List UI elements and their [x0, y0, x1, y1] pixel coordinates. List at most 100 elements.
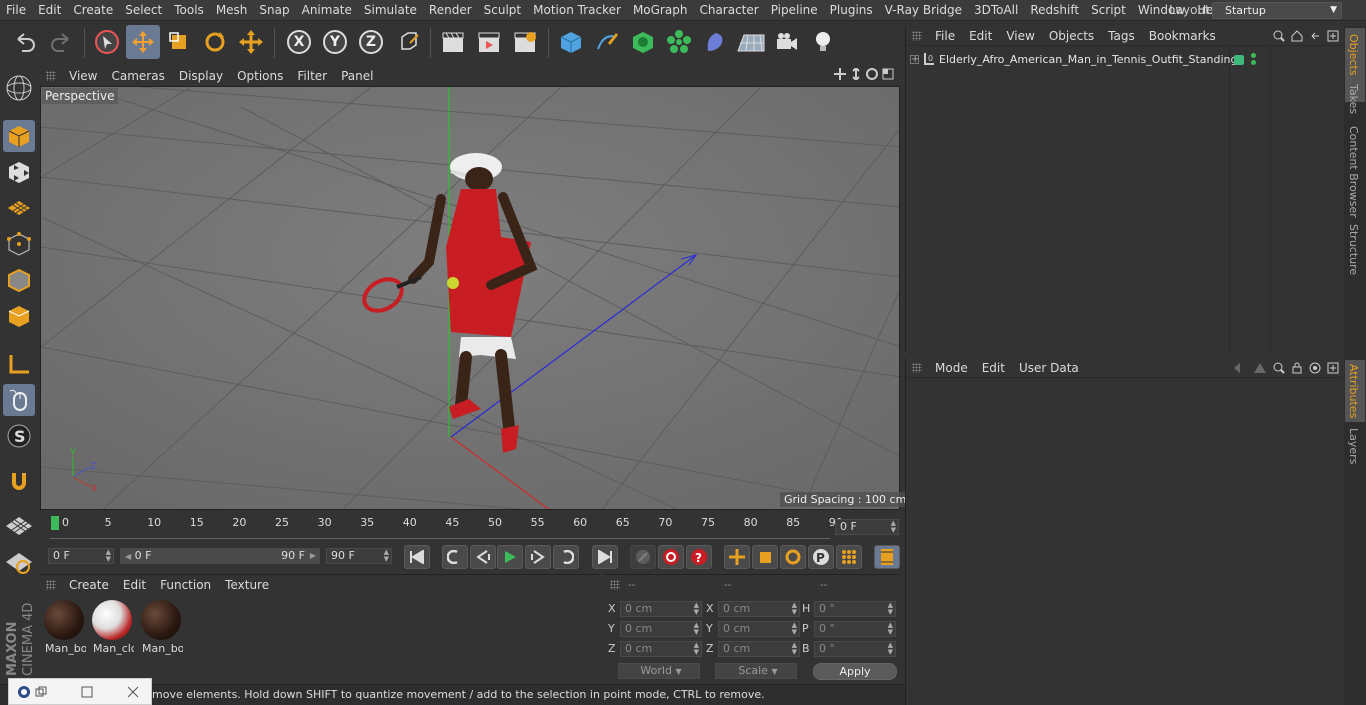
editor-visibility-dot[interactable]: [1251, 53, 1256, 58]
menu-3dtoall[interactable]: 3DToAll: [968, 0, 1024, 21]
arrow-back-icon[interactable]: [1233, 362, 1247, 374]
tab-content-browser[interactable]: Content Browser: [1347, 126, 1360, 218]
zoom-icon[interactable]: [850, 68, 862, 80]
y-axis-button[interactable]: Y: [318, 25, 352, 59]
render-visibility-dot[interactable]: [1251, 60, 1256, 65]
x-axis-button[interactable]: X: [282, 25, 316, 59]
menu-select[interactable]: Select: [119, 0, 168, 21]
menu-pipeline[interactable]: Pipeline: [765, 0, 824, 21]
coord-value-field[interactable]: 0 cm ▲ ▼: [620, 601, 702, 617]
menu-character[interactable]: Character: [693, 0, 764, 21]
menu-redshift[interactable]: Redshift: [1024, 0, 1085, 21]
grip-icon[interactable]: [912, 30, 922, 41]
grip-icon[interactable]: [912, 362, 922, 373]
subdivision-button[interactable]: [626, 25, 660, 59]
coord-value-field[interactable]: 0 cm ▲ ▼: [718, 641, 800, 657]
z-axis-button[interactable]: Z: [354, 25, 388, 59]
coord-value-field[interactable]: 0 cm ▲ ▼: [620, 641, 702, 657]
key-pla-button[interactable]: [836, 545, 862, 569]
redo-button[interactable]: [44, 25, 78, 59]
menu-motion-tracker[interactable]: Motion Tracker: [527, 0, 627, 21]
menu-snap[interactable]: Snap: [253, 0, 295, 21]
previous-key-button[interactable]: [442, 545, 468, 569]
material-swatch[interactable]: Man_clc: [90, 598, 134, 658]
grip-icon[interactable]: [610, 580, 620, 590]
material-menu-function[interactable]: Function: [153, 578, 218, 592]
go-to-start-button[interactable]: [404, 545, 430, 569]
menu-mograph[interactable]: MoGraph: [627, 0, 694, 21]
play-button[interactable]: [497, 545, 523, 569]
polygons-mode-button[interactable]: [3, 300, 35, 332]
go-to-end-button[interactable]: [592, 545, 618, 569]
menu-mesh[interactable]: Mesh: [210, 0, 254, 21]
live-selection-button[interactable]: [90, 25, 124, 59]
workplane-button[interactable]: [3, 192, 35, 224]
object-menu-view[interactable]: View: [999, 29, 1041, 43]
camera-button[interactable]: [770, 25, 804, 59]
render-picture-viewer-button[interactable]: [472, 25, 506, 59]
coord-value-field[interactable]: 0 cm ▲ ▼: [620, 621, 702, 637]
key-parameter-button[interactable]: P: [808, 545, 834, 569]
material-menu-create[interactable]: Create: [62, 578, 116, 592]
coordinate-system-button[interactable]: [392, 25, 426, 59]
object-row[interactable]: + 0 Elderly_Afro_American_Man_in_Tennis_…: [910, 52, 1237, 66]
texture-mode-button[interactable]: [3, 156, 35, 188]
object-menu-edit[interactable]: Edit: [962, 29, 999, 43]
model-mode-button[interactable]: [3, 120, 35, 152]
coord-value-field[interactable]: 0 ° ▲ ▼: [814, 621, 896, 637]
key-rotation-button[interactable]: [780, 545, 806, 569]
perspective-viewport[interactable]: Y Z X: [40, 86, 900, 510]
menu-edit[interactable]: Edit: [32, 0, 67, 21]
target-icon[interactable]: [1309, 362, 1321, 374]
move-tool-button[interactable]: [126, 25, 160, 59]
tab-attributes[interactable]: Attributes: [1347, 364, 1360, 418]
attribute-menu-mode[interactable]: Mode: [928, 361, 975, 375]
menu-animate[interactable]: Animate: [296, 0, 358, 21]
viewport-menu-panel[interactable]: Panel: [334, 69, 380, 83]
object-menu-tags[interactable]: Tags: [1101, 29, 1142, 43]
viewport-menu-display[interactable]: Display: [172, 69, 230, 83]
home-icon[interactable]: [1291, 29, 1303, 42]
key-position-button[interactable]: [724, 545, 750, 569]
next-frame-button[interactable]: [525, 545, 551, 569]
material-swatch[interactable]: Man_bo: [42, 598, 86, 658]
layout-select[interactable]: Startup ▼: [1212, 2, 1342, 19]
pen-spline-button[interactable]: [590, 25, 624, 59]
axis-mode-button[interactable]: [3, 348, 35, 380]
object-menu-bookmarks[interactable]: Bookmarks: [1142, 29, 1223, 43]
coord-value-field[interactable]: 0 cm ▲ ▼: [718, 621, 800, 637]
menu-file[interactable]: File: [0, 0, 32, 21]
coord-value-field[interactable]: 0 ° ▲ ▼: [814, 601, 896, 617]
transform-tool-button[interactable]: [234, 25, 268, 59]
restore-icon[interactable]: [35, 686, 47, 698]
solo-button[interactable]: S: [3, 420, 35, 452]
render-settings-button[interactable]: [508, 25, 542, 59]
previous-frame-button[interactable]: [470, 545, 496, 569]
lock-icon[interactable]: [1291, 362, 1303, 374]
key-scale-button[interactable]: [752, 545, 778, 569]
end-frame-field[interactable]: 90 F ▲ ▼: [326, 548, 392, 564]
new-window-icon[interactable]: [1327, 362, 1339, 374]
pan-icon[interactable]: [834, 68, 846, 80]
material-swatch[interactable]: Man_bo: [139, 598, 183, 658]
material-menu-edit[interactable]: Edit: [116, 578, 153, 592]
cube-button[interactable]: [554, 25, 588, 59]
attribute-menu-user-data[interactable]: User Data: [1012, 361, 1086, 375]
edges-mode-button[interactable]: [3, 264, 35, 296]
render-view-button[interactable]: [436, 25, 470, 59]
playhead-marker[interactable]: [51, 516, 59, 530]
cloner-button[interactable]: [662, 25, 696, 59]
menu-script[interactable]: Script: [1085, 0, 1132, 21]
new-window-icon[interactable]: [1327, 30, 1339, 42]
menu-sculpt[interactable]: Sculpt: [478, 0, 527, 21]
menu-plugins[interactable]: Plugins: [824, 0, 879, 21]
light-button[interactable]: [806, 25, 840, 59]
maximize-icon[interactable]: [81, 686, 93, 698]
menu-create[interactable]: Create: [67, 0, 119, 21]
attribute-menu-edit[interactable]: Edit: [975, 361, 1012, 375]
tweak-mode-button[interactable]: [3, 384, 35, 416]
workplane-lock-button[interactable]: [3, 510, 35, 542]
search-icon[interactable]: [1273, 362, 1285, 374]
frame-range-slider[interactable]: ◀ 0 F 90 F ▶: [120, 548, 320, 564]
deformer-button[interactable]: [698, 25, 732, 59]
